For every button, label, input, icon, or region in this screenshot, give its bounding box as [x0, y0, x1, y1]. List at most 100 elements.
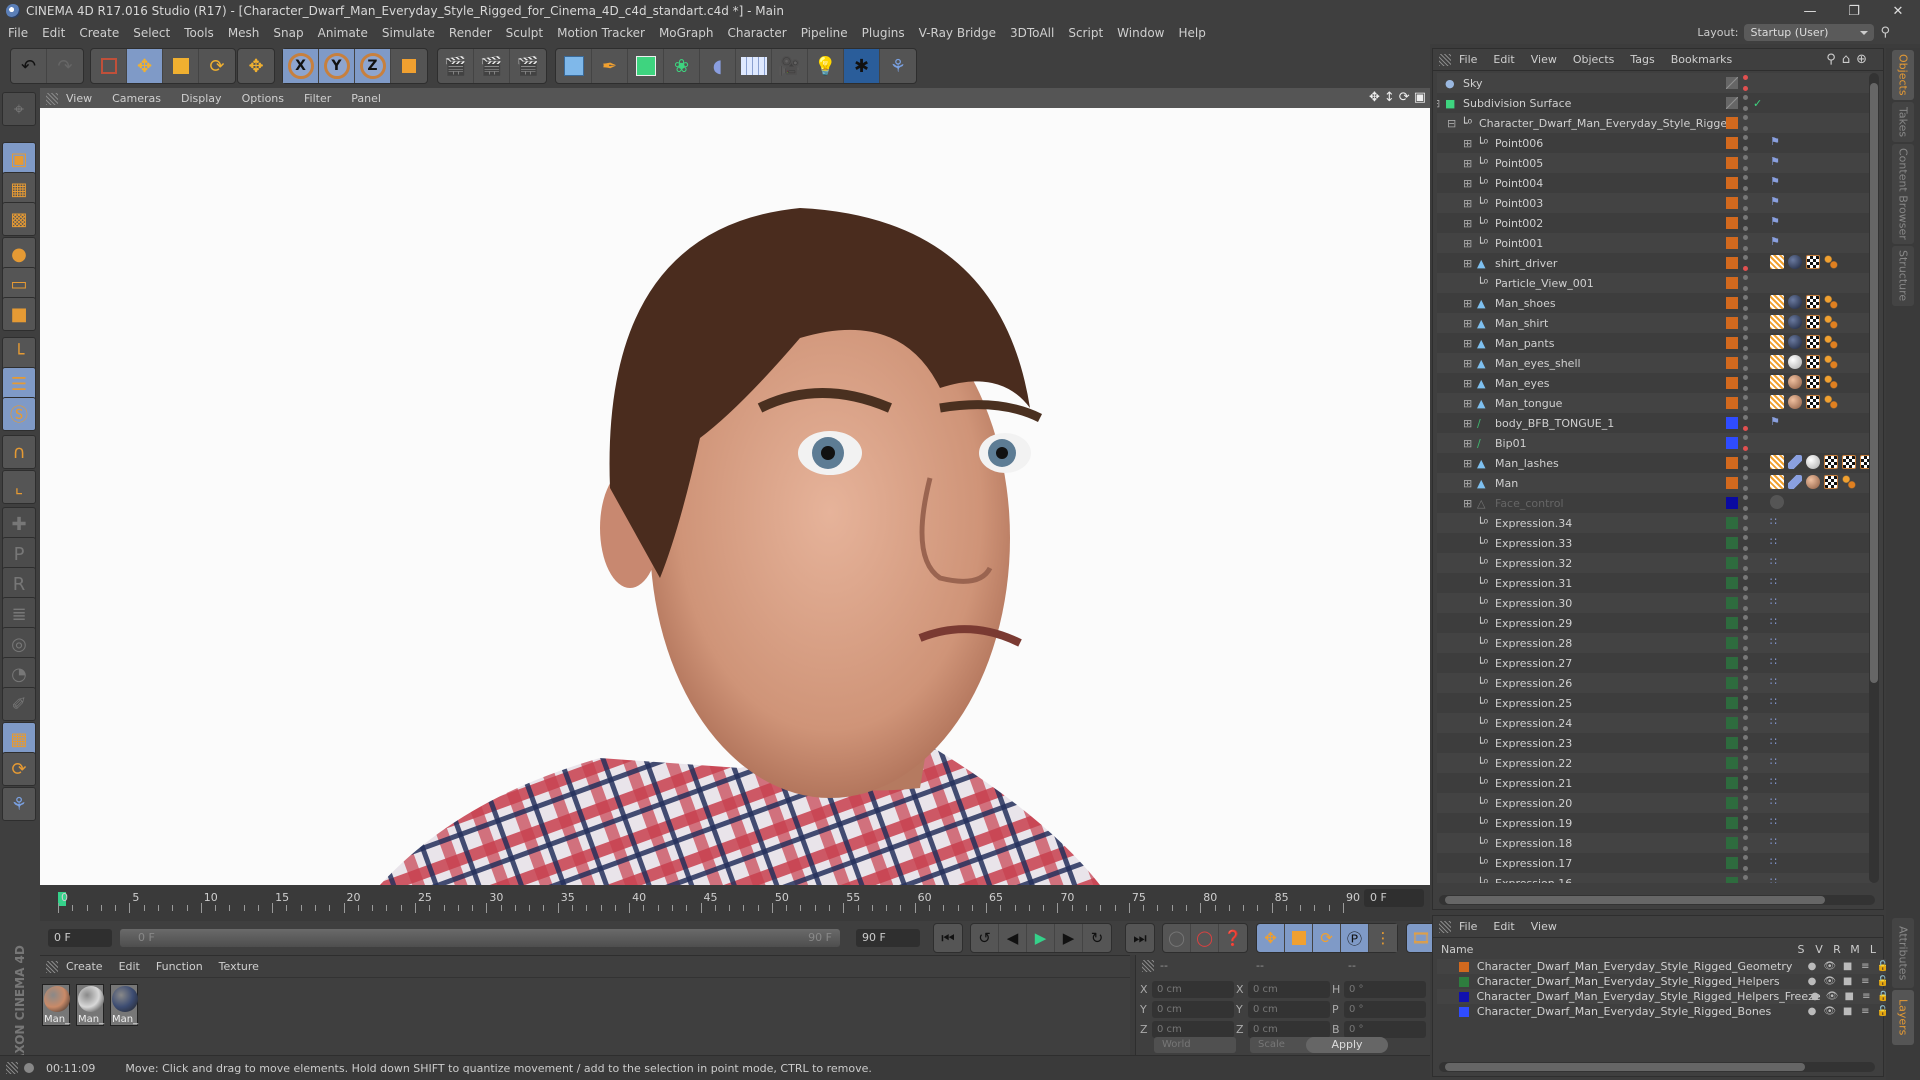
material-menu-function[interactable]: Function — [156, 960, 203, 973]
object-name[interactable]: Sky — [1463, 77, 1482, 90]
layer-color-swatch[interactable] — [1726, 757, 1738, 769]
object-name[interactable]: Expression.29 — [1495, 617, 1572, 630]
menu-mesh[interactable]: Mesh — [228, 26, 260, 40]
visibility-dots[interactable] — [1743, 575, 1748, 591]
viewport-menu-view[interactable]: View — [66, 92, 92, 105]
layer-color-swatch[interactable] — [1726, 277, 1738, 289]
layer-color-swatch[interactable] — [1726, 357, 1738, 369]
object-row[interactable]: ⊞ └⁰ Point005 ⚑ — [1437, 153, 1872, 173]
visibility-dots[interactable] — [1743, 875, 1748, 883]
material-tag-icon[interactable] — [1788, 375, 1802, 389]
object-row[interactable]: ⊞ ▲ Man_lashes — [1437, 453, 1872, 473]
pin-tag-icon[interactable]: ⚑ — [1770, 215, 1784, 229]
object-name[interactable]: Expression.24 — [1495, 717, 1572, 730]
material-tag-icon[interactable] — [1788, 355, 1802, 369]
expand-toggle-icon[interactable]: ⊞ — [1463, 317, 1472, 330]
layer-color-swatch[interactable] — [1726, 417, 1738, 429]
phong-tag-icon[interactable] — [1770, 395, 1784, 409]
object-name[interactable]: Expression.25 — [1495, 697, 1572, 710]
texture-mode-icon[interactable]: ▦ — [2, 172, 36, 206]
phong-tag-icon[interactable] — [1770, 475, 1784, 489]
material-tag-icon[interactable] — [1788, 395, 1802, 409]
object-name[interactable]: Expression.27 — [1495, 657, 1572, 670]
menu-file[interactable]: File — [8, 26, 28, 40]
uvw-tag-icon[interactable] — [1806, 375, 1820, 389]
selection-tag-icon[interactable] — [1824, 395, 1838, 409]
expand-toggle-icon[interactable]: ⊞ — [1463, 337, 1472, 350]
visibility-dots[interactable] — [1743, 75, 1748, 91]
object-row[interactable]: └⁰ Expression.30 ∷ — [1437, 593, 1872, 613]
floor-icon[interactable] — [736, 49, 772, 83]
go-to-start-icon[interactable]: ⏮ — [934, 924, 962, 952]
xpresso-tag-icon[interactable]: ∷ — [1770, 575, 1784, 589]
layer-row[interactable]: Character_Dwarf_Man_Everyday_Style_Rigge… — [1437, 1004, 1892, 1019]
previous-key-icon[interactable]: ↺ — [971, 924, 999, 952]
xpresso-tag-icon[interactable]: ∷ — [1770, 755, 1784, 769]
object-vertical-scrollbar[interactable] — [1869, 73, 1879, 883]
side-tab-structure[interactable]: Structure — [1892, 246, 1914, 306]
subdivision-icon[interactable] — [628, 49, 664, 83]
solo-toggle-icon[interactable]: ● — [1803, 961, 1821, 972]
phong-tag-icon[interactable] — [1770, 255, 1784, 269]
object-horizontal-scrollbar[interactable] — [1439, 895, 1875, 905]
visible-toggle-icon[interactable]: 👁 — [1821, 961, 1839, 972]
visibility-dots[interactable] — [1743, 415, 1748, 431]
selection-tag-icon[interactable] — [1824, 315, 1838, 329]
menu-animate[interactable]: Animate — [318, 26, 368, 40]
menu-3dtoall[interactable]: 3DToAll — [1010, 26, 1054, 40]
expand-toggle-icon[interactable]: ⊞ — [1463, 497, 1472, 510]
object-name[interactable]: Expression.26 — [1495, 677, 1572, 690]
phong-tag-icon[interactable] — [1770, 295, 1784, 309]
visibility-dots[interactable] — [1743, 235, 1748, 251]
rotation-field[interactable]: 0 ° — [1344, 1021, 1426, 1038]
menu-select[interactable]: Select — [133, 26, 170, 40]
solo-toggle-icon[interactable]: ● — [1807, 991, 1824, 1002]
orbit-icon[interactable]: ⟳ — [1399, 90, 1410, 105]
expand-toggle-icon[interactable]: ⊞ — [1463, 377, 1472, 390]
layer-menu-view[interactable]: View — [1531, 920, 1557, 933]
layer-name[interactable]: Character_Dwarf_Man_Everyday_Style_Rigge… — [1477, 960, 1803, 973]
visibility-dots[interactable] — [1743, 95, 1748, 111]
object-name[interactable]: Expression.30 — [1495, 597, 1572, 610]
phong-tag-icon[interactable] — [1770, 315, 1784, 329]
menu-edit[interactable]: Edit — [42, 26, 65, 40]
xpresso-tag-icon[interactable]: ∷ — [1770, 555, 1784, 569]
render-view-icon[interactable]: 🎬 — [438, 49, 474, 83]
expand-toggle-icon[interactable]: ⊞ — [1463, 257, 1472, 270]
object-row[interactable]: └⁰ Particle_View_001 — [1437, 273, 1872, 293]
layer-color-swatch[interactable] — [1459, 961, 1469, 972]
panel-grip[interactable] — [1439, 54, 1451, 66]
object-row[interactable]: ⊞ ∕ body_BFB_TONGUE_1 ⚑ — [1437, 413, 1872, 433]
phong-tag-icon[interactable] — [1770, 375, 1784, 389]
layer-menu-edit[interactable]: Edit — [1493, 920, 1514, 933]
object-row[interactable]: └⁰ Expression.24 ∷ — [1437, 713, 1872, 733]
xpresso-tag-icon[interactable]: ∷ — [1770, 795, 1784, 809]
material-tag-icon[interactable] — [1788, 295, 1802, 309]
object-row[interactable]: ⊞ ▲ Man_eyes_shell — [1437, 353, 1872, 373]
maximize-view-icon[interactable]: ▣ — [1414, 90, 1426, 105]
layer-color-swatch[interactable] — [1459, 976, 1469, 987]
object-row[interactable]: ⊞ ▲ Man_eyes — [1437, 373, 1872, 393]
expand-toggle-icon[interactable]: ⊞ — [1463, 177, 1472, 190]
selection-tag-icon[interactable] — [1842, 475, 1856, 489]
menu-tools[interactable]: Tools — [184, 26, 214, 40]
expand-toggle-icon[interactable]: ⊞ — [1463, 477, 1472, 490]
object-menu-edit[interactable]: Edit — [1493, 53, 1514, 66]
object-name[interactable]: Man_eyes_shell — [1495, 357, 1581, 370]
edges-mode-icon[interactable]: ▭ — [2, 267, 36, 301]
visibility-dots[interactable] — [1743, 475, 1748, 491]
pose-target-icon[interactable]: ◎ — [2, 627, 36, 661]
material-tag-icon[interactable] — [1806, 475, 1820, 489]
object-row[interactable]: ⊟ └⁰ Character_Dwarf_Man_Everyday_Style_Ri… — [1437, 113, 1872, 133]
object-name[interactable]: Expression.17 — [1495, 857, 1572, 870]
coordinate-system-icon[interactable] — [391, 49, 427, 83]
expand-toggle-icon[interactable]: ⊞ — [1463, 457, 1472, 470]
search-icon[interactable]: ⚲ — [1826, 52, 1836, 67]
pin-tag-icon[interactable]: ⚑ — [1770, 175, 1784, 189]
object-name[interactable]: Expression.23 — [1495, 737, 1572, 750]
xpresso-tag-icon[interactable]: ∷ — [1770, 535, 1784, 549]
pin-tag-icon[interactable]: ⚑ — [1770, 155, 1784, 169]
object-name[interactable]: Expression.33 — [1495, 537, 1572, 550]
panel-grip[interactable] — [6, 1062, 18, 1074]
panel-grip[interactable] — [1439, 921, 1451, 933]
